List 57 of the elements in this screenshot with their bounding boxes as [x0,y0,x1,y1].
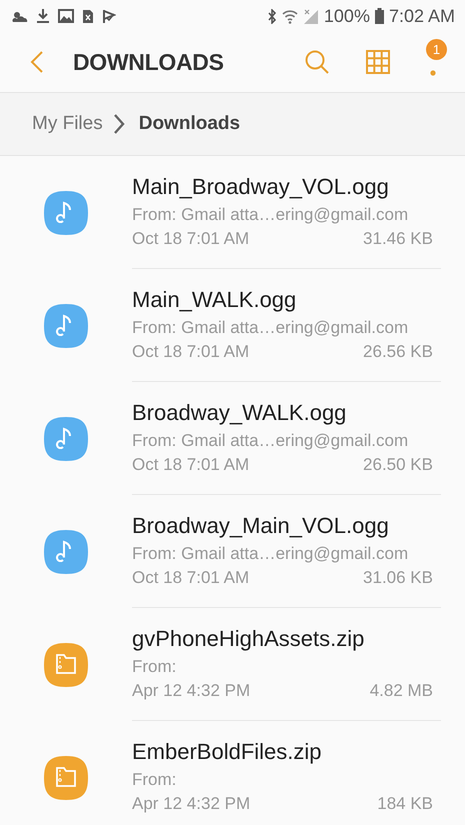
file-size: 184 KB [377,792,433,814]
file-name: gvPhoneHighAssets.zip [132,626,366,652]
image-icon [58,9,74,23]
folder-file-icon [44,756,88,800]
file-size: 31.46 KB [363,228,433,250]
signal-icon [302,8,319,24]
file-name: EmberBoldFiles.zip [132,738,323,764]
file-source: From: [132,768,178,790]
file-date: Oct 18 7:01 AM [132,566,250,588]
file-row[interactable]: Main_Broadway_VOL.ogg From: Gmail atta…ering@gmail.com Oct 18 7:01 AM 31.46 KB [0,156,465,269]
file-size: 31.06 KB [363,566,433,588]
back-button[interactable] [30,50,44,74]
battery-percent: 100% [324,6,370,26]
file-row[interactable]: EmberBoldFiles.zip From: Apr 12 4:32 PM 184 KB [0,721,465,825]
file-name: Main_Broadway_VOL.ogg [132,174,390,200]
grid-view-icon[interactable] [366,50,390,74]
clock: 7:02 AM [388,6,455,26]
screen-title: DOWNLOADS [73,48,225,76]
folder-file-icon [44,642,88,686]
file-source: From: Gmail atta…ering@gmail.com [132,204,410,226]
file-row[interactable]: Main_WALK.ogg From: Gmail atta…ering@gmail.com Oct 18 7:01 AM 26.56 KB [0,269,465,382]
weather-icon [10,9,28,23]
file-name: Main_WALK.ogg [132,286,298,312]
notification-badge: 1 [426,39,447,60]
file-source: From: Gmail atta…ering@gmail.com [132,316,410,338]
file-date: Apr 12 4:32 PM [132,680,250,702]
file-name: Broadway_WALK.ogg [132,400,348,426]
breadcrumb-item[interactable]: My Files [32,113,103,135]
music-file-icon [44,190,88,234]
music-file-icon [44,416,88,460]
file-source: From: [132,656,178,678]
sim-card-icon [82,8,94,24]
file-source: From: Gmail atta…ering@gmail.com [132,542,410,564]
check-flag-icon [102,8,116,24]
back-icon [30,50,44,74]
file-size: 26.50 KB [363,454,433,476]
breadcrumb-item[interactable]: Downloads [138,113,240,135]
search-icon[interactable] [304,49,330,75]
battery-icon [374,8,384,24]
music-file-icon [44,304,88,348]
file-row[interactable]: Broadway_Main_VOL.ogg From: Gmail atta…ering@gmail.com Oct 18 7:01 AM 31.06 KB [0,495,465,608]
file-date: Oct 18 7:01 AM [132,454,250,476]
chevron-right-icon [112,113,125,135]
file-size: 26.56 KB [363,340,433,362]
file-name: Broadway_Main_VOL.ogg [132,512,390,538]
download-icon [36,8,50,24]
file-date: Oct 18 7:01 AM [132,340,250,362]
file-row[interactable]: Broadway_WALK.ogg From: Gmail atta…ering@gmail.com Oct 18 7:01 AM 26.50 KB [0,382,465,495]
wifi-icon [282,8,298,24]
file-row[interactable]: gvPhoneHighAssets.zip From: Apr 12 4:32 PM 4.82 MB [0,608,465,721]
bluetooth-icon [266,8,277,24]
music-file-icon [44,530,88,574]
file-date: Oct 18 7:01 AM [132,228,250,250]
file-size: 4.82 MB [370,680,433,702]
more-options-icon[interactable] [430,70,436,76]
file-source: From: Gmail atta…ering@gmail.com [132,430,410,452]
file-date: Apr 12 4:32 PM [132,792,250,814]
